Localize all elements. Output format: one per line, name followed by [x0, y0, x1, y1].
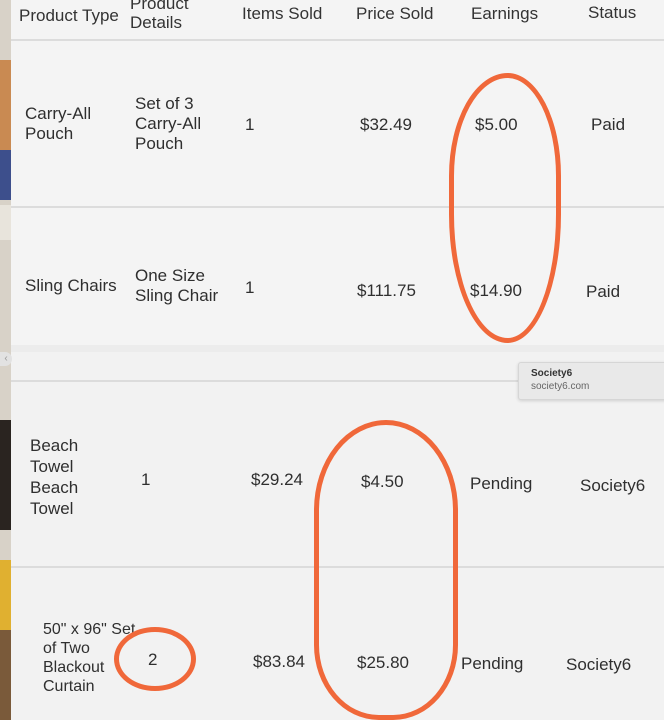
column-header-product-details: Product Details: [130, 0, 189, 32]
cell-price-sold: $29.24: [251, 470, 303, 489]
cell-store: Society6: [580, 476, 646, 495]
earnings-table-top: Product Type Product Details Items Sold …: [10, 0, 664, 345]
cell-status: Pending: [461, 654, 524, 673]
cell-status: Pending: [470, 474, 533, 493]
column-header-earnings: Earnings: [471, 4, 539, 23]
column-header-price-sold: Price Sold: [356, 4, 434, 23]
annotation-circle: [314, 420, 458, 720]
cell-items-sold: 1: [245, 278, 255, 297]
link-tooltip: Society6 society6.com: [518, 362, 664, 400]
annotation-circle: [114, 627, 196, 691]
cell-product-type: Beach Towel Beach Towel: [30, 436, 79, 518]
divider: [10, 39, 664, 41]
tooltip-url: society6.com: [531, 381, 590, 392]
cell-store: Society6: [566, 655, 632, 674]
annotation-circle: [449, 73, 561, 343]
column-header-status: Status: [588, 3, 637, 22]
cell-price-sold: $111.75: [357, 281, 416, 300]
column-header-items-sold: Items Sold: [242, 4, 323, 23]
cell-items-sold: 1: [141, 470, 151, 489]
cell-status: Paid: [586, 282, 621, 301]
cell-price-sold: $83.84: [253, 652, 305, 671]
cell-status: Paid: [591, 115, 626, 134]
tooltip-title: Society6: [531, 368, 573, 379]
cell-product-type: Carry-All Pouch: [25, 104, 92, 143]
cell-items-sold: 1: [245, 115, 255, 134]
cell-product-details: Set of 3 Carry-All Pouch: [135, 94, 202, 153]
cell-product-type: Sling Chairs: [25, 276, 117, 295]
cell-product-details: One Size Sling Chair: [135, 266, 219, 305]
divider: [10, 206, 664, 208]
column-header-product-type: Product Type: [19, 6, 119, 25]
cell-price-sold: $32.49: [360, 115, 412, 134]
